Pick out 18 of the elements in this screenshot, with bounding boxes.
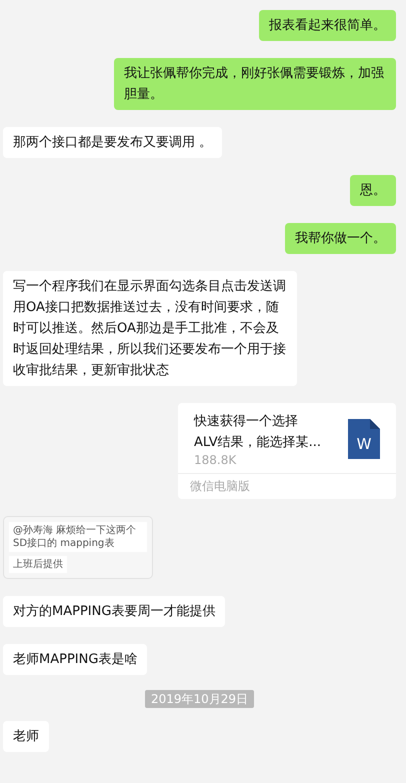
reply-message: 上班后提供 — [9, 556, 67, 573]
message-bubble: 那两个接口都是要发布又要调用 。 — [3, 127, 222, 158]
message-bubble: 我让张佩帮你完成，刚好张佩需要锻炼，加强胆量。 — [114, 58, 396, 110]
quoted-message: @孙寿海 麻烦给一下这两个SD接口的 mapping表 — [9, 522, 147, 552]
message-bubble: 我帮你做一个。 — [285, 223, 396, 254]
file-title: 快速获得一个选择 ALV结果，能选择某... — [194, 413, 321, 452]
file-size: 188.8K — [194, 453, 238, 467]
file-source: 微信电脑版 — [178, 473, 396, 499]
message-bubble: 写一个程序我们在显示界面勾选条目点击发送调用OA接口把数据推送过去，没有时间要求，随时可以推送。然后OA那边是手工批准，不会及时返回处理结果，所以我们还要发布一个用于接收审批结果，更新审批状态 — [3, 271, 297, 386]
message-bubble: 报表看起来很简单。 — [259, 10, 396, 41]
message-bubble: 老师MAPPING表是啥 — [3, 644, 148, 675]
message-bubble: 恩。 — [350, 175, 396, 206]
file-card[interactable]: 快速获得一个选择 ALV结果，能选择某... 188.8K W 微信电脑版 — [178, 403, 396, 499]
image-message[interactable]: @孙寿海 麻烦给一下这两个SD接口的 mapping表 上班后提供 — [3, 516, 153, 579]
word-document-icon: W — [348, 419, 380, 459]
date-label: 2019年10月29日 — [144, 690, 254, 708]
message-bubble: 对方的MAPPING表要周一才能提供 — [3, 596, 226, 627]
message-bubble: 老师 — [3, 721, 49, 752]
